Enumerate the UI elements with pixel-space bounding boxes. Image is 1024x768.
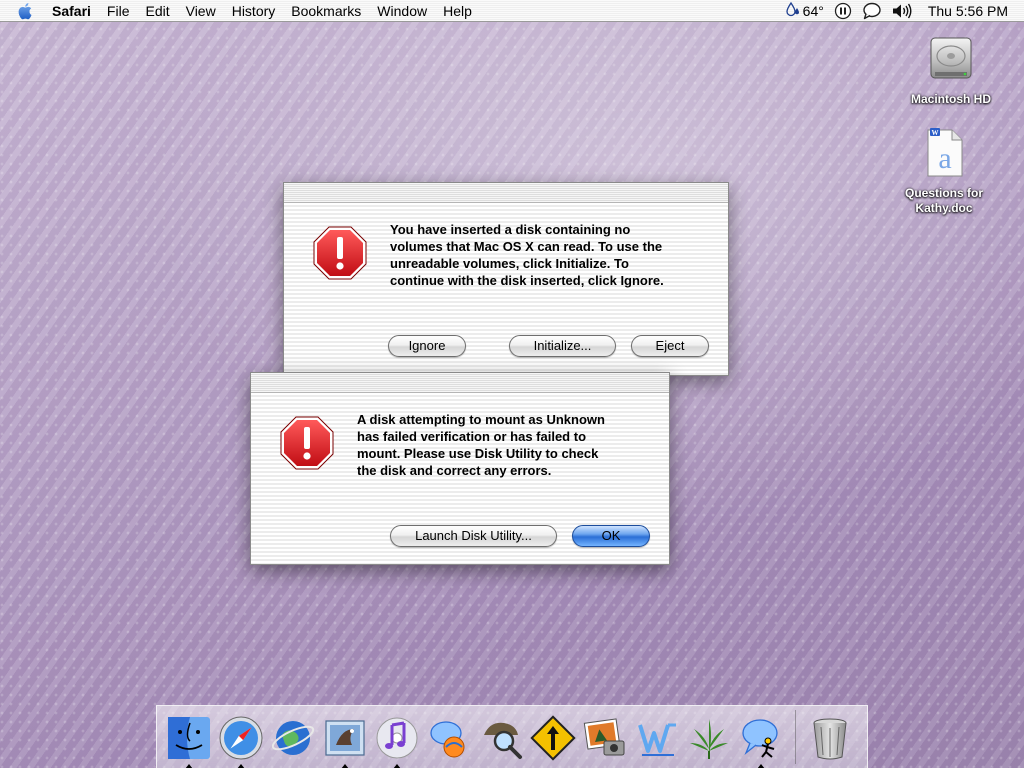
internet-explorer-icon[interactable] bbox=[267, 708, 319, 768]
running-indicator bbox=[393, 764, 401, 768]
initialize-button[interactable]: Initialize... bbox=[509, 335, 616, 357]
menu-history[interactable]: History bbox=[224, 0, 284, 22]
unreadable-disk-alert: You have inserted a disk containing no v… bbox=[283, 182, 729, 376]
running-indicator bbox=[237, 764, 245, 768]
launch-disk-utility-button[interactable]: Launch Disk Utility... bbox=[390, 525, 557, 547]
finder-icon[interactable] bbox=[163, 708, 215, 768]
running-indicator bbox=[341, 764, 349, 768]
weather-menu[interactable]: 64° bbox=[786, 0, 824, 22]
running-indicator bbox=[757, 764, 765, 768]
ichat-status-icon[interactable] bbox=[862, 0, 882, 22]
svg-text:W: W bbox=[932, 129, 939, 137]
ignore-button[interactable]: Ignore bbox=[388, 335, 466, 357]
itunes-icon[interactable] bbox=[371, 708, 423, 768]
word-icon[interactable] bbox=[631, 708, 683, 768]
dock bbox=[156, 705, 868, 768]
dialog-title-bar bbox=[251, 373, 669, 393]
menu-edit[interactable]: Edit bbox=[137, 0, 177, 22]
apple-menu-icon[interactable] bbox=[18, 2, 34, 20]
desktop-icon-document[interactable]: W a Questions for Kathy.doc bbox=[889, 128, 999, 216]
menu-bookmarks[interactable]: Bookmarks bbox=[283, 0, 369, 22]
stop-alert-icon bbox=[279, 415, 335, 476]
weather-temperature: 64° bbox=[802, 2, 824, 19]
dock-separator bbox=[795, 710, 796, 764]
dialog-title-bar bbox=[284, 183, 728, 203]
word-document-icon: W a bbox=[924, 128, 964, 183]
menu-extras: 64° Thu 5:56 PM bbox=[776, 0, 1024, 22]
trash-icon[interactable] bbox=[804, 708, 856, 768]
raindrop-icon bbox=[786, 1, 800, 20]
menu-view[interactable]: View bbox=[178, 0, 224, 22]
volume-icon[interactable] bbox=[892, 0, 912, 22]
network-utility-icon[interactable] bbox=[527, 708, 579, 768]
dialog-message: You have inserted a disk containing no v… bbox=[390, 222, 664, 288]
iphoto-icon[interactable] bbox=[579, 708, 631, 768]
sherlock-icon[interactable] bbox=[475, 708, 527, 768]
stop-alert-icon bbox=[312, 225, 368, 286]
ichat-aim-icon[interactable] bbox=[735, 708, 787, 768]
pause-icon[interactable] bbox=[834, 0, 852, 22]
running-indicator bbox=[185, 764, 193, 768]
hard-drive-icon bbox=[927, 34, 975, 89]
menu-help[interactable]: Help bbox=[435, 0, 480, 22]
eject-button[interactable]: Eject bbox=[631, 335, 709, 357]
disk-verification-alert: A disk attempting to mount as Unknown ha… bbox=[250, 372, 670, 565]
svg-text:a: a bbox=[938, 142, 951, 175]
menu-window[interactable]: Window bbox=[369, 0, 435, 22]
ichat-icon[interactable] bbox=[423, 708, 475, 768]
mail-icon[interactable] bbox=[319, 708, 371, 768]
menu-safari[interactable]: Safari bbox=[52, 0, 99, 22]
ok-button[interactable]: OK bbox=[572, 525, 650, 547]
menu-clock[interactable]: Thu 5:56 PM bbox=[928, 3, 1008, 19]
desktop-icon-macintosh-hd[interactable]: Macintosh HD bbox=[896, 34, 1006, 107]
desktop-icon-label: Questions for Kathy.doc bbox=[904, 186, 983, 215]
desktop-icon-label: Macintosh HD bbox=[910, 92, 991, 106]
menu-bar: Safari File Edit View History Bookmarks … bbox=[0, 0, 1024, 22]
cannabis-leaf-icon[interactable] bbox=[683, 708, 735, 768]
safari-icon[interactable] bbox=[215, 708, 267, 768]
menu-file[interactable]: File bbox=[99, 0, 138, 22]
dialog-message: A disk attempting to mount as Unknown ha… bbox=[357, 412, 605, 478]
